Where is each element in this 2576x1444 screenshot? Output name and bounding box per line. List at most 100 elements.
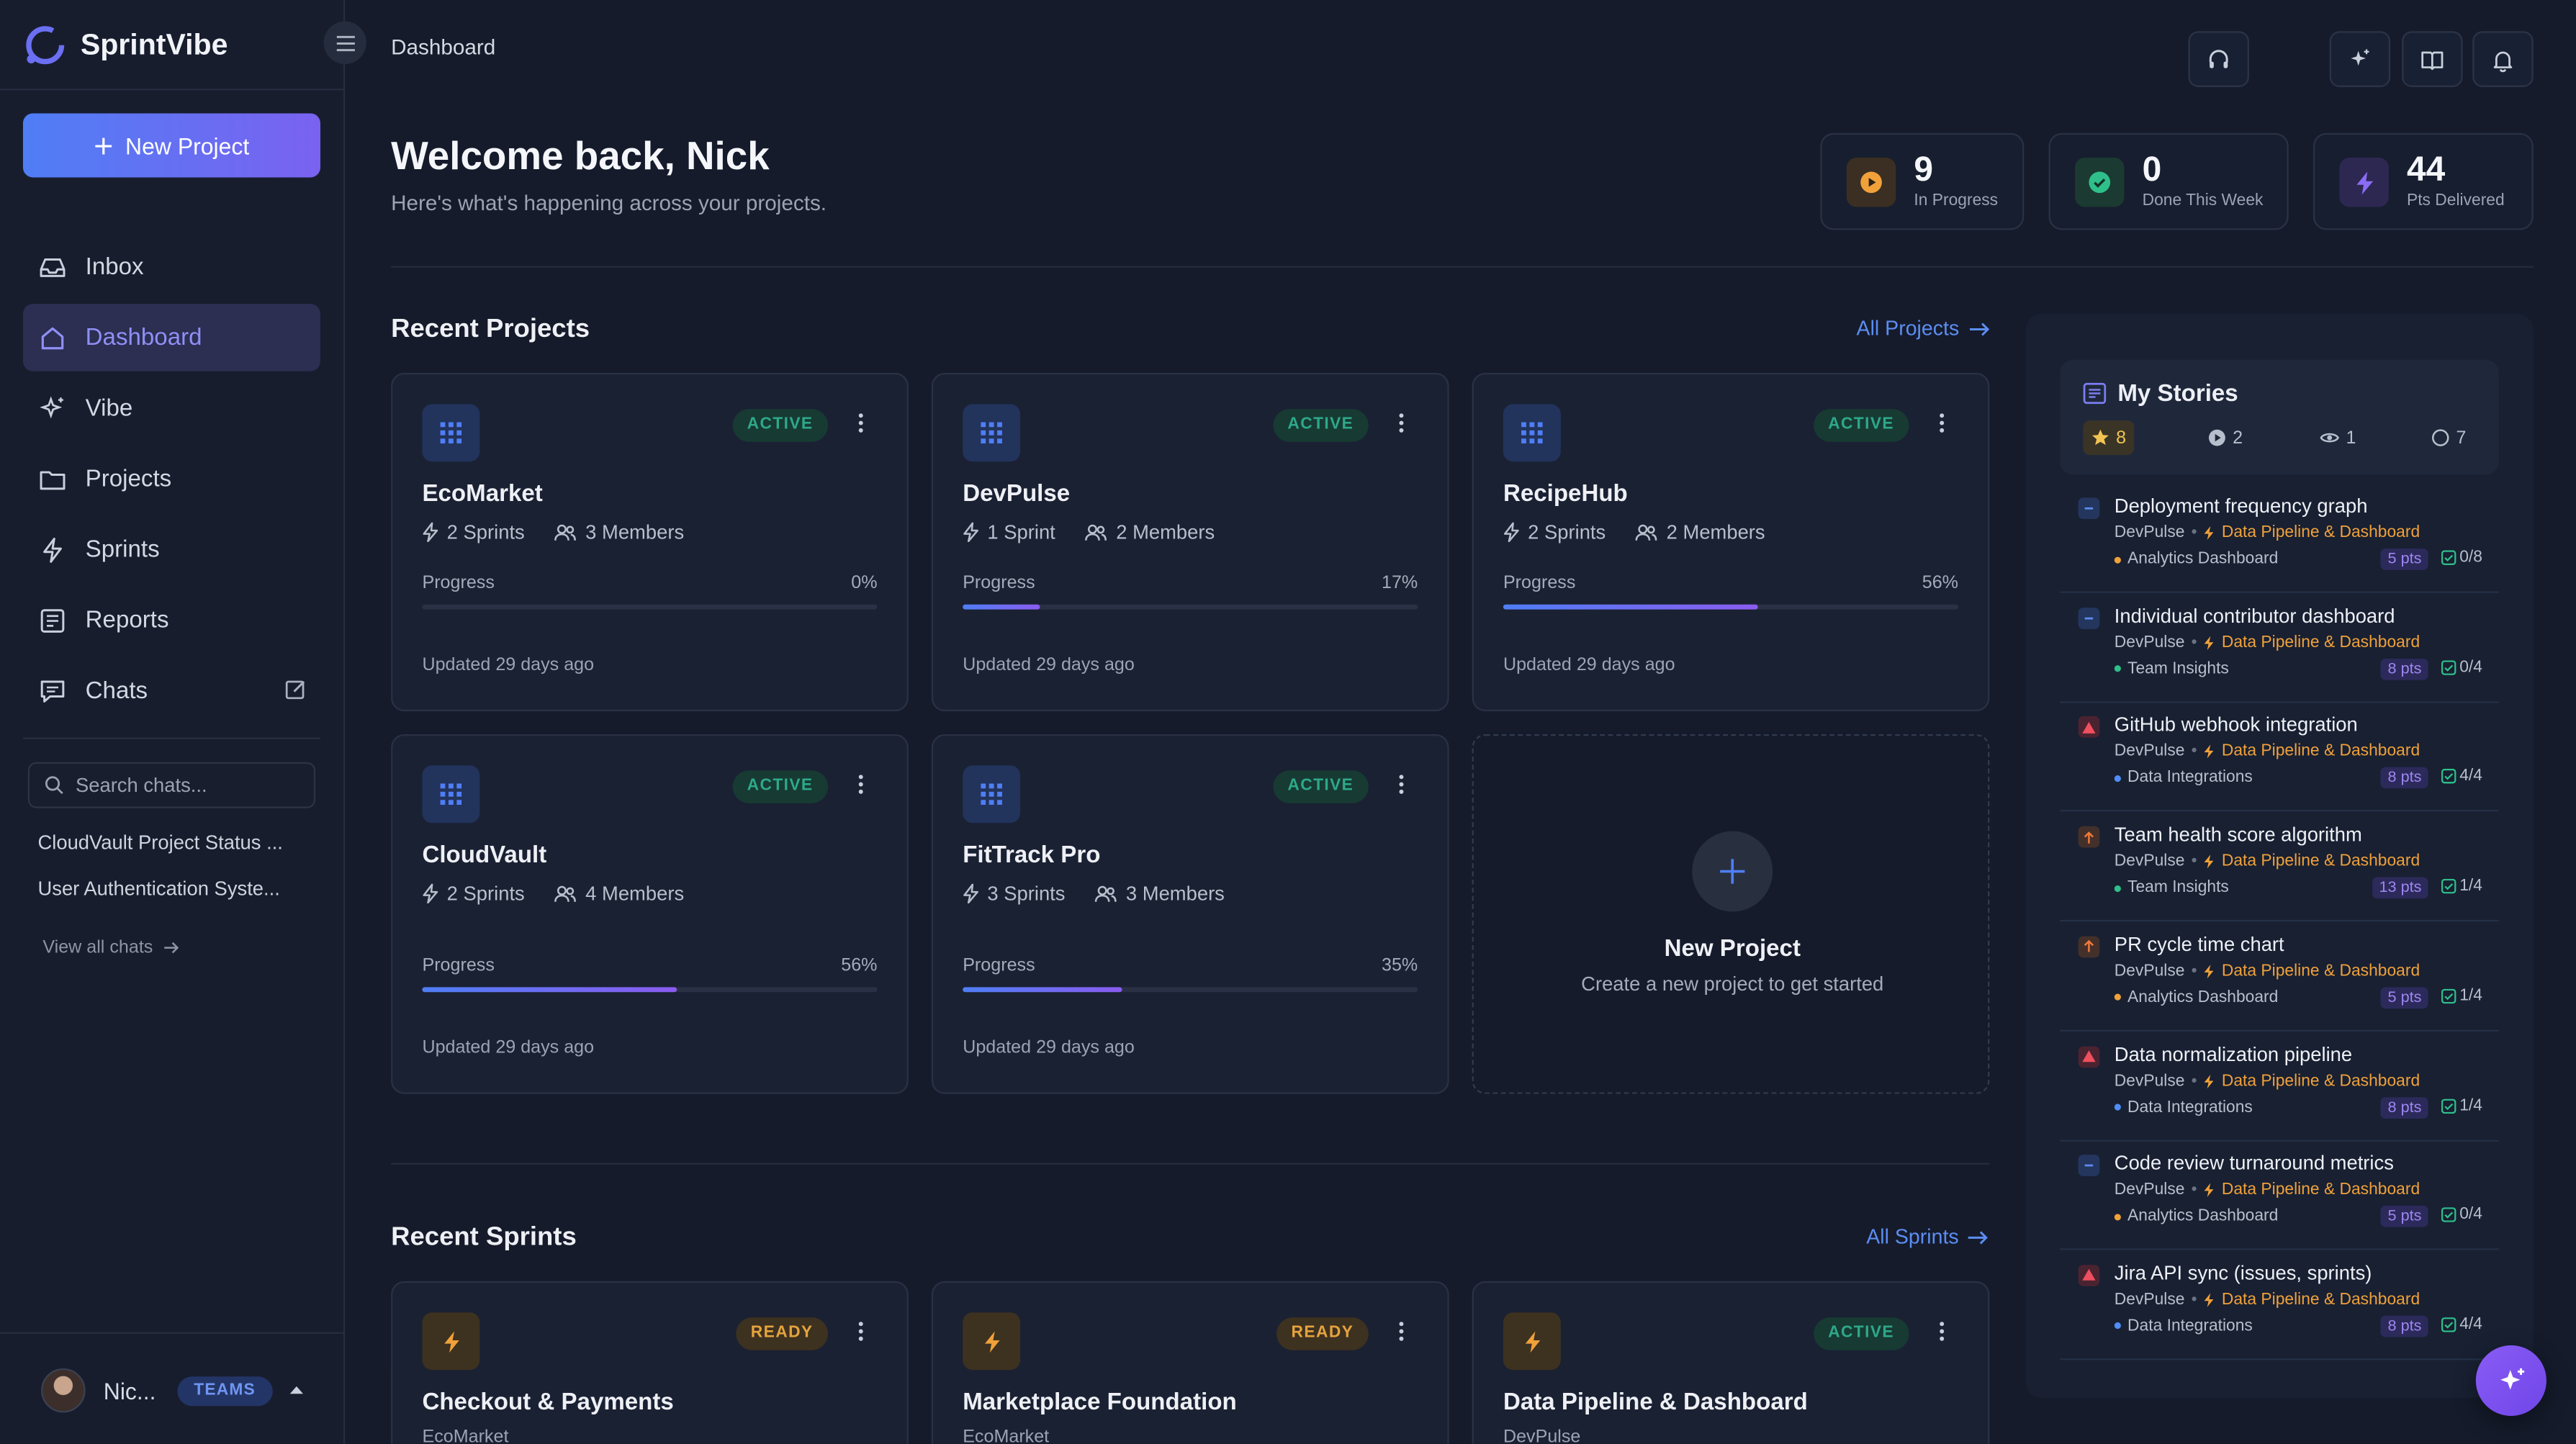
stat-value: 44 [2406,150,2446,189]
new-chat-icon[interactable] [284,678,307,701]
story-meta: DevPulse • Data Pipeline & Dashboard [2115,1291,2420,1309]
sprint-name: Marketplace Foundation [963,1389,1237,1416]
project-card[interactable]: ACTIVE CloudVault 2 Sprints 4 Members Progre… [391,734,909,1094]
story-item[interactable]: Individual contributor dashboard DevPulse… [2060,594,2499,703]
story-item[interactable]: GitHub webhook integration DevPulse • Data … [2060,704,2499,813]
task-count: 4/4 [2441,1316,2482,1334]
user-menu[interactable]: Nic... TEAMS [0,1332,343,1444]
epic-color-dot [2114,1104,2121,1111]
story-item[interactable]: Jira API sync (issues, sprints) DevPulse •… [2060,1252,2499,1360]
progress-bar [422,987,878,993]
more-options-icon[interactable] [1398,412,1405,434]
sprint-card[interactable]: ACTIVE Data Pipeline & Dashboard DevPulse [1472,1281,1990,1444]
story-item[interactable]: Data normalization pipeline DevPulse • Data… [2060,1032,2499,1141]
sidebar-divider [0,89,343,91]
ai-assistant-button[interactable] [2475,1345,2546,1416]
support-button[interactable] [2188,31,2249,87]
story-title: PR cycle time chart [2114,932,2284,956]
recent-chat-item[interactable]: CloudVault Project Status ... [37,831,300,854]
lightning-icon [422,883,438,904]
story-item[interactable]: Team health score algorithm DevPulse • Data… [2060,813,2499,922]
book-icon [2420,47,2444,71]
search-chats-input[interactable]: Search chats... [27,762,316,808]
sidebar-item-sprints[interactable]: Sprints [23,516,320,584]
story-project: DevPulse [2114,743,2185,762]
task-count: 0/4 [2441,658,2482,676]
sidebar-item-reports[interactable]: Reports [23,587,320,654]
sparkles-icon [2348,47,2372,71]
bell-icon [2490,47,2515,72]
separator-dot: • [2191,1291,2197,1309]
sprint-count: 2 Sprints [446,882,525,906]
sidebar-item-label: Inbox [85,253,144,281]
new-project-button[interactable]: New Project [22,113,320,178]
story-title: Jira API sync (issues, sprints) [2114,1261,2372,1285]
more-options-icon[interactable] [1939,1321,1945,1343]
story-title: Data normalization pipeline [2114,1042,2353,1065]
lightning-icon [1503,522,1520,543]
epic-name: Team Insights [2127,879,2229,898]
project-card[interactable]: ACTIVE DevPulse 1 Sprint 2 Members Progress 1… [931,372,1449,712]
task-count-text: 0/4 [2459,658,2482,677]
ai-button[interactable] [2329,31,2391,87]
play-icon [2208,429,2226,447]
all-sprints-link[interactable]: All Sprints [1866,1225,1989,1248]
filter-starred[interactable]: 8 [2083,420,2135,456]
more-options-icon[interactable] [857,774,864,795]
epic-name: Data Integrations [2127,1317,2253,1335]
story-item[interactable]: PR cycle time chart DevPulse • Data Pipelin… [2060,923,2499,1032]
sidebar-item-vibe[interactable]: Vibe [23,374,320,442]
lightning-icon [2204,1293,2215,1308]
more-options-icon[interactable] [857,1321,864,1343]
sidebar-item-dashboard[interactable]: Dashboard [22,304,320,371]
app-logo[interactable]: SprintVibe [23,23,228,68]
progress-bar [1503,604,1959,610]
filter-in-review[interactable]: 1 [2312,420,2364,455]
task-count: 0/4 [2441,1206,2482,1224]
project-card[interactable]: ACTIVE FitTrack Pro 3 Sprints 3 Members Prog… [931,734,1449,1094]
filter-in-progress[interactable]: 2 [2199,420,2251,455]
sidebar-item-projects[interactable]: Projects [23,445,320,513]
story-item[interactable]: Code review turnaround metrics DevPulse • D… [2060,1142,2499,1250]
view-all-chats-link[interactable]: View all chats [42,938,179,957]
filter-todo[interactable]: 7 [2423,420,2474,455]
project-grid-icon [422,765,480,823]
more-options-icon[interactable] [857,412,864,434]
notifications-button[interactable] [2472,31,2534,87]
checkbox-icon [2441,550,2456,565]
more-options-icon[interactable] [1939,412,1945,434]
sprint-card[interactable]: READY Marketplace Foundation EcoMarket [931,1281,1449,1444]
arrow-right-icon [163,942,179,955]
checkbox-icon [2441,659,2456,675]
separator-dot: • [2191,1181,2197,1200]
new-project-card[interactable]: New Project Create a new project to get … [1472,734,1990,1094]
priority-low-icon [2078,607,2100,629]
project-card[interactable]: ACTIVE EcoMarket 2 Sprints 3 Members Progres… [391,372,909,712]
sprint-card[interactable]: READY Checkout & Payments EcoMarket [391,1281,909,1444]
project-grid-icon [963,404,1021,462]
all-projects-link[interactable]: All Projects [1857,317,1989,340]
collapse-sidebar-button[interactable] [323,21,366,64]
story-item[interactable]: Deployment frequency graph DevPulse • Data … [2060,484,2499,593]
status-badge: ACTIVE [1813,1317,1909,1350]
progress-bar [422,604,878,610]
search-placeholder: Search chats... [75,773,207,797]
sidebar-item-inbox[interactable]: Inbox [23,233,320,301]
points-badge: 8 pts [2381,767,2428,790]
lightning-icon [2204,854,2215,870]
new-project-title: New Project [1664,936,1801,963]
recent-chat-item[interactable]: User Authentication Syste... [37,877,300,901]
checkbox-icon [2441,769,2456,785]
story-project: DevPulse [2114,962,2185,980]
story-sprint: Data Pipeline & Dashboard [2221,1071,2420,1091]
story-sprint: Data Pipeline & Dashboard [2221,962,2420,980]
docs-button[interactable] [2402,31,2463,87]
stat-label: In Progress [1914,191,1999,211]
more-options-icon[interactable] [1398,774,1405,795]
project-meta: 1 Sprint 2 Members [963,520,1215,543]
sidebar-item-chats[interactable]: Chats [23,657,320,725]
sprint-project: DevPulse [1503,1427,1581,1444]
project-card[interactable]: ACTIVE RecipeHub 2 Sprints 2 Members Progres… [1472,372,1990,712]
more-options-icon[interactable] [1398,1321,1405,1343]
lightning-icon [963,522,979,543]
